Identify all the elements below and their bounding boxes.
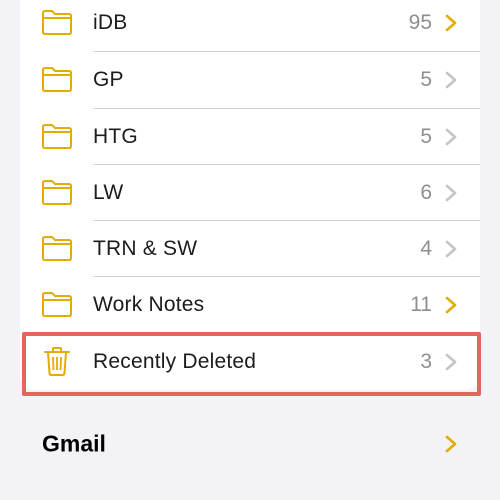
folder-row-trn-sw[interactable]: TRN & SW 4 bbox=[20, 221, 480, 277]
folder-label: iDB bbox=[93, 11, 128, 34]
folder-icon bbox=[42, 292, 72, 317]
chevron-right-icon bbox=[445, 71, 457, 89]
folder-label: Work Notes bbox=[93, 293, 205, 316]
section-title: Gmail bbox=[42, 430, 106, 457]
folder-row-idb[interactable]: iDB 95 bbox=[20, 0, 480, 51]
folder-icon bbox=[42, 180, 72, 205]
folder-icon bbox=[42, 67, 72, 92]
notes-folder-list-screen: iDB 95 GP 5 HTG 5 LW 6 TRN & SW 4 Work N… bbox=[0, 0, 500, 500]
folder-row-htg[interactable]: HTG 5 bbox=[20, 109, 480, 165]
folder-count: 5 bbox=[420, 125, 432, 148]
folder-count: 6 bbox=[420, 181, 432, 204]
folder-label: GP bbox=[93, 68, 124, 91]
chevron-right-icon bbox=[445, 128, 457, 146]
chevron-right-icon bbox=[445, 296, 457, 314]
chevron-right-icon bbox=[445, 14, 457, 32]
folder-icon bbox=[42, 124, 72, 149]
folder-label: TRN & SW bbox=[93, 237, 198, 260]
folder-count: 11 bbox=[410, 293, 432, 316]
folder-row-work-notes[interactable]: Work Notes 11 bbox=[20, 277, 480, 333]
highlight-box bbox=[22, 332, 481, 396]
folder-count: 4 bbox=[420, 237, 432, 260]
folder-count: 95 bbox=[408, 11, 432, 34]
chevron-right-icon bbox=[445, 240, 457, 258]
folder-icon bbox=[42, 236, 72, 261]
folder-row-lw[interactable]: LW 6 bbox=[20, 165, 480, 221]
chevron-right-icon bbox=[445, 435, 457, 453]
account-section-gmail[interactable]: Gmail bbox=[20, 416, 480, 472]
folder-count: 5 bbox=[420, 68, 432, 91]
folder-row-gp[interactable]: GP 5 bbox=[20, 52, 480, 108]
folder-label: LW bbox=[93, 181, 124, 204]
folder-icon bbox=[42, 10, 72, 35]
folder-label: HTG bbox=[93, 125, 138, 148]
chevron-right-icon bbox=[445, 184, 457, 202]
